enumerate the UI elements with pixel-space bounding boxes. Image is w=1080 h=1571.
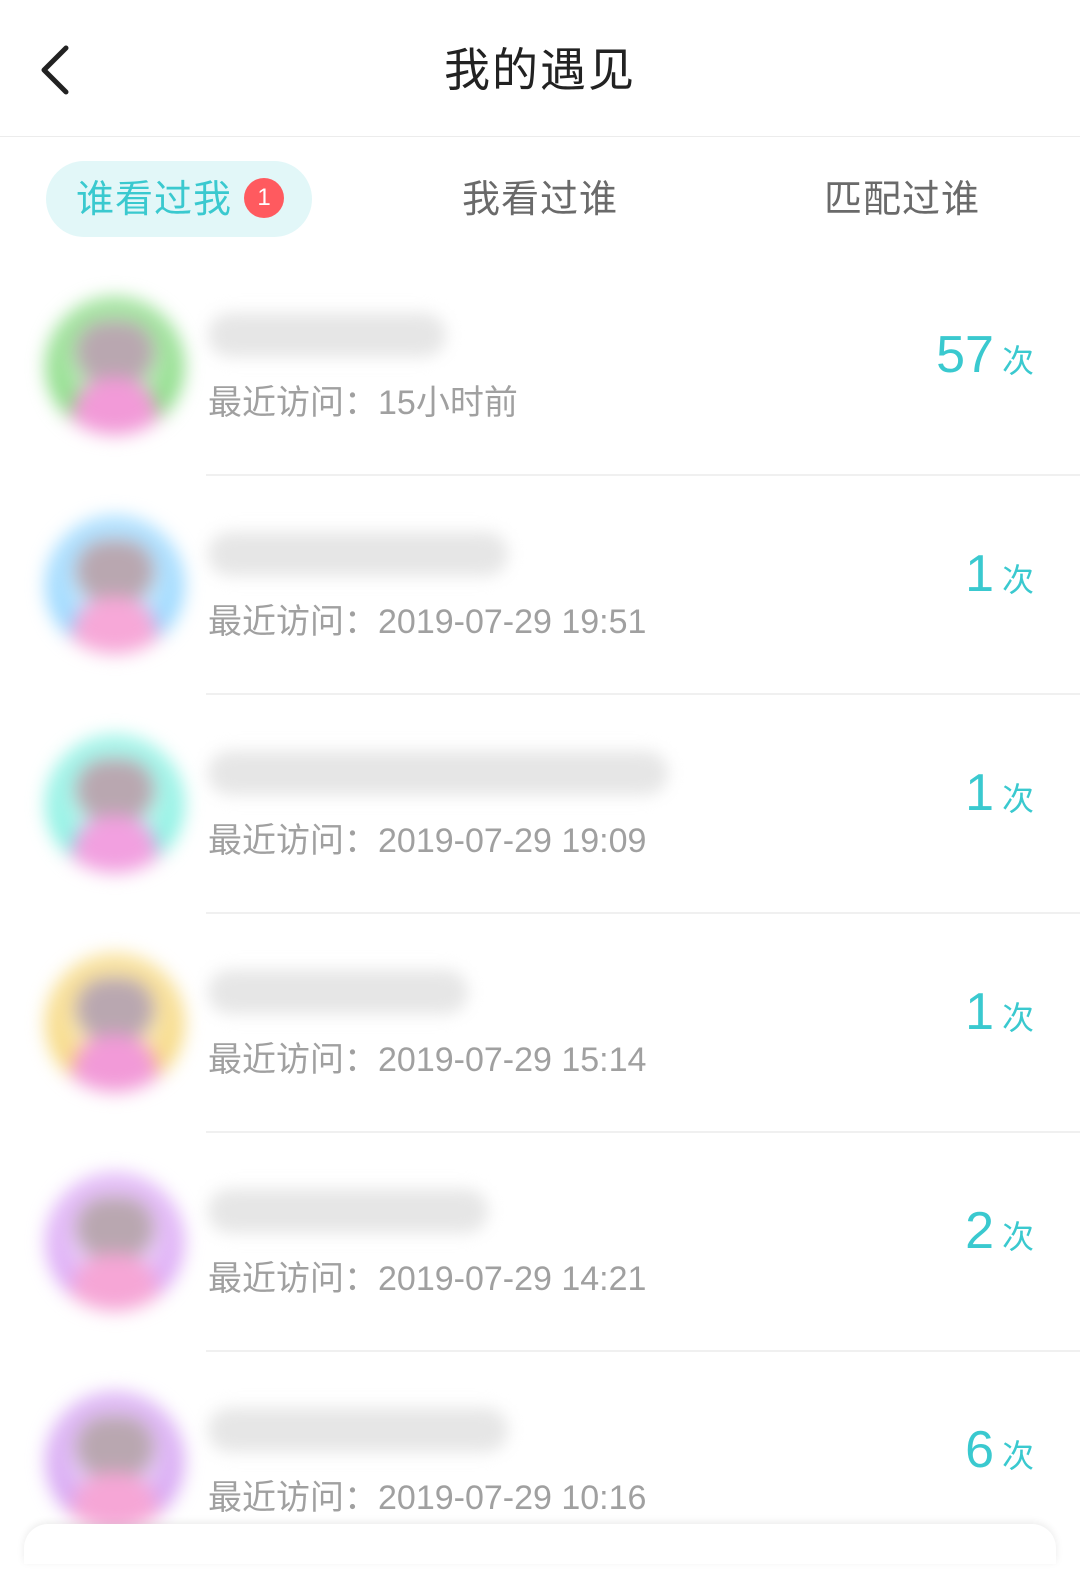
avatar[interactable]	[46, 1392, 184, 1530]
last-visit-label: 最近访问：	[208, 1479, 378, 1517]
unread-badge: 1	[244, 178, 284, 218]
last-visit-text: 最近访问：2019-07-29 10:16	[208, 1470, 646, 1519]
visit-count-unit: 次	[1001, 1437, 1034, 1475]
visitor-list: 最近访问：15小时前 57 次 最近访问：2019-07-29 19:51 1次 …	[0, 257, 1080, 1571]
visit-count-unit: 次	[1001, 342, 1034, 380]
visit-count-unit: 次	[1001, 561, 1034, 599]
tab-who-i-matched[interactable]: 匹配过谁	[782, 161, 1022, 237]
list-item[interactable]: 最近访问：2019-07-29 19:51 1次	[0, 476, 1080, 695]
avatar[interactable]	[46, 1173, 184, 1311]
list-item[interactable]: 最近访问：2019-07-29 14:21 2次	[0, 1133, 1080, 1352]
blurred-username	[208, 751, 668, 795]
tab-bar: 谁看过我 1 我看过谁 匹配过谁	[0, 137, 1080, 257]
last-visit-time: 15小时前	[378, 384, 518, 422]
visit-count-number: 6	[965, 1421, 994, 1479]
visit-count: 1次	[965, 982, 1034, 1052]
blurred-username	[208, 313, 446, 357]
page-title: 我的遇见	[444, 43, 636, 97]
avatar[interactable]	[46, 735, 184, 873]
visit-count: 2次	[965, 1201, 1034, 1271]
last-visit-text: 最近访问：2019-07-29 19:51	[208, 594, 646, 643]
last-visit-time: 2019-07-29 14:21	[378, 1260, 647, 1298]
last-visit-label: 最近访问：	[208, 822, 378, 860]
avatar[interactable]	[46, 297, 184, 435]
last-visit-label: 最近访问：	[208, 1041, 378, 1079]
last-visit-text: 最近访问：15小时前	[208, 375, 518, 424]
avatar[interactable]	[46, 516, 184, 654]
visit-count-number: 1	[965, 764, 994, 822]
visit-count-number: 57	[936, 326, 994, 384]
last-visit-time: 2019-07-29 19:51	[378, 603, 647, 641]
visit-count-number: 2	[965, 1202, 994, 1260]
visit-count-number: 1	[965, 545, 994, 603]
visit-count-number: 1	[965, 983, 994, 1041]
last-visit-time: 2019-07-29 10:16	[378, 1479, 647, 1517]
last-visit-time: 2019-07-29 19:09	[378, 822, 647, 860]
list-item[interactable]: 最近访问：2019-07-29 15:14 1次	[0, 914, 1080, 1133]
last-visit-text: 最近访问：2019-07-29 14:21	[208, 1251, 646, 1300]
tab-label: 匹配过谁	[823, 177, 980, 221]
visit-count: 57 次	[936, 325, 1034, 395]
tab-label: 谁看过我	[76, 177, 233, 221]
blurred-username	[208, 970, 468, 1014]
tab-who-i-viewed[interactable]: 我看过谁	[420, 161, 660, 237]
visit-count: 1次	[965, 544, 1034, 614]
top-bar: 我的遇见	[0, 0, 1080, 137]
visit-count: 1次	[965, 763, 1034, 833]
blurred-username	[208, 1408, 508, 1452]
visit-count: 6次	[965, 1420, 1034, 1490]
last-visit-time: 2019-07-29 15:14	[378, 1041, 647, 1079]
tab-who-viewed-me[interactable]: 谁看过我 1	[46, 161, 312, 237]
blurred-username	[208, 532, 508, 576]
list-item[interactable]: 最近访问：15小时前 57 次	[0, 257, 1080, 476]
blurred-username	[208, 1189, 488, 1233]
avatar[interactable]	[46, 954, 184, 1092]
last-visit-label: 最近访问：	[208, 1260, 378, 1298]
tab-label: 我看过谁	[461, 177, 618, 221]
bottom-sheet-edge	[24, 1524, 1056, 1564]
visit-count-unit: 次	[1001, 780, 1034, 818]
last-visit-text: 最近访问：2019-07-29 19:09	[208, 813, 646, 862]
visit-count-unit: 次	[1001, 1218, 1034, 1256]
last-visit-label: 最近访问：	[208, 384, 378, 422]
visit-count-unit: 次	[1001, 999, 1034, 1037]
list-item[interactable]: 最近访问：2019-07-29 19:09 1次	[0, 695, 1080, 914]
last-visit-label: 最近访问：	[208, 603, 378, 641]
last-visit-text: 最近访问：2019-07-29 15:14	[208, 1032, 646, 1081]
